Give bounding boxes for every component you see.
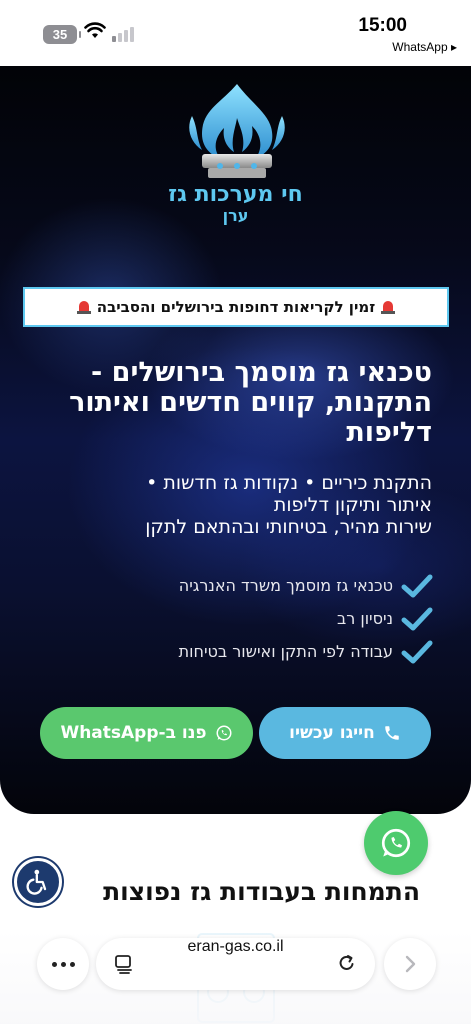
checkmark-icon (401, 574, 433, 597)
feature-text: ניסיון רב (336, 609, 393, 628)
hero-title: טכנאי גז מוסמך בירושלים - התקנות, קווים … (69, 357, 432, 448)
battery-indicator: 35 (43, 25, 81, 44)
hero-section: חי מערכות גז ערן זמין לקריאות דחופות ביר… (0, 66, 471, 814)
hero-subtitle: התקנת כיריים • נקודות גז חדשות • איתור ו… (20, 472, 432, 538)
whatsapp-icon (216, 725, 232, 741)
subtitle-line: איתור ותיקון דליפות (273, 494, 432, 516)
section-title: התמחות בעבודות גז נפוצות (103, 877, 420, 906)
urgent-availability-banner: זמין לקריאות דחופות בירושלים והסביבה (23, 287, 449, 327)
siren-icon (76, 300, 91, 314)
whatsapp-button-label: פנו ב-WhatsApp (60, 723, 207, 743)
brand-subtitle: ערן (222, 206, 249, 225)
feature-text: עבודה לפי התקן ואישור בטיחות (178, 642, 393, 661)
subtitle-line: שירות מהיר, בטיחותי ובהתאם לתקן (145, 516, 432, 538)
wheelchair-icon (26, 869, 47, 895)
brand-name: חי מערכות גז (168, 182, 303, 207)
status-time: 15:00 (358, 15, 407, 36)
feature-text: טכנאי גז מוסמך משרד האנרגיה (178, 576, 393, 595)
whatsapp-icon (381, 828, 411, 858)
reload-icon[interactable] (337, 953, 357, 973)
feature-item: ניסיון רב (33, 602, 433, 635)
checkmark-icon (401, 607, 433, 630)
accessibility-button[interactable] (14, 858, 62, 906)
cellular-signal-icon (112, 26, 134, 42)
more-dots-icon (60, 961, 66, 967)
address-bar[interactable]: eran-gas.co.il (96, 938, 375, 990)
call-button-label: חייגו עכשיו (289, 723, 375, 743)
siren-icon (381, 300, 396, 314)
more-options-button[interactable] (37, 938, 89, 990)
feature-item: עבודה לפי התקן ואישור בטיחות (33, 635, 433, 668)
more-dots-icon (69, 961, 75, 967)
url-text: eran-gas.co.il (187, 938, 284, 955)
call-now-button[interactable]: חייגו עכשיו (259, 707, 431, 759)
back-to-whatsapp-link[interactable]: WhatsApp ▸ (392, 40, 457, 54)
feature-item: טכנאי גז מוסמך משרד האנרגיה (33, 569, 433, 602)
feature-list: טכנאי גז מוסמך משרד האנרגיה ניסיון רב עב… (33, 569, 433, 668)
whatsapp-contact-button[interactable]: פנו ב-WhatsApp (40, 707, 253, 759)
gas-burner-flame-logo (189, 84, 285, 178)
status-bar: 35 15:00 WhatsApp ▸ (0, 0, 471, 66)
page: 35 15:00 WhatsApp ▸ חי מערכות גז ערן זמי… (0, 0, 471, 1024)
banner-text: זמין לקריאות דחופות בירושלים והסביבה (96, 298, 376, 316)
chevron-right-icon (405, 955, 416, 973)
wifi-icon (84, 22, 106, 38)
phone-icon (385, 726, 399, 740)
more-dots-icon (51, 961, 57, 967)
forward-button[interactable] (384, 938, 436, 990)
floating-whatsapp-button[interactable] (364, 811, 428, 875)
subtitle-line: התקנת כיריים • נקודות גז חדשות • (146, 472, 432, 494)
checkmark-icon (401, 640, 433, 663)
